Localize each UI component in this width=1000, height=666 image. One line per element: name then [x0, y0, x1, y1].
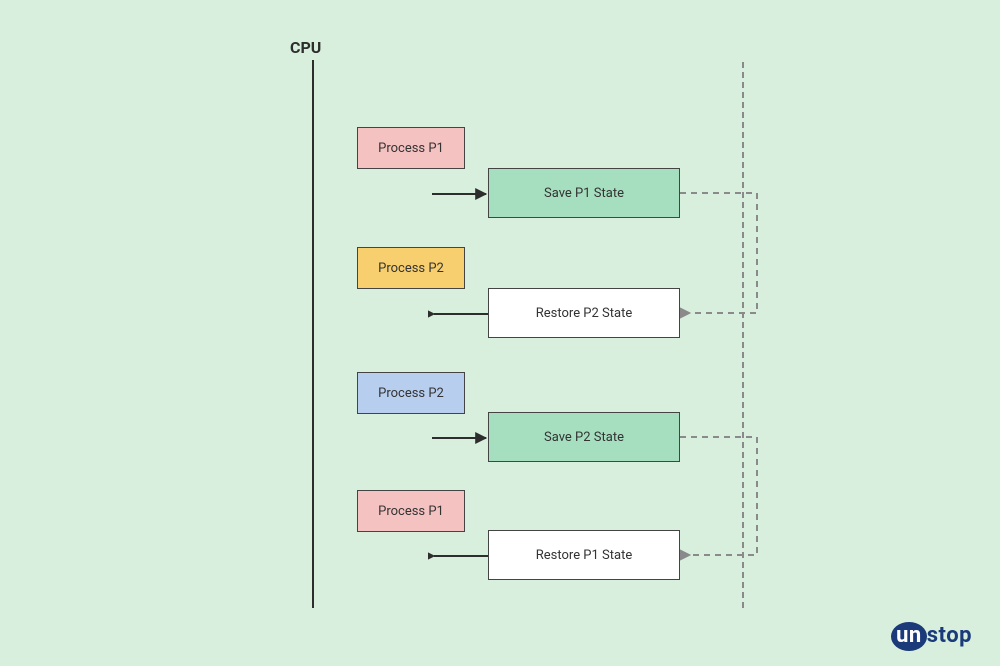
process-p2-blue-label: Process P2 — [378, 386, 444, 401]
process-p1-box: Process P1 — [357, 127, 465, 169]
dashed-save-p1-to-restore-p2 — [680, 190, 770, 320]
process-p2-blue-box: Process P2 — [357, 372, 465, 414]
logo-prefix: un — [891, 622, 927, 651]
diagram-canvas: CPU Process P1 Save P1 State Process P — [0, 0, 1000, 666]
arrow-into-save-p2 — [428, 430, 492, 446]
cpu-timeline — [312, 60, 314, 608]
restore-p1-state-label: Restore P1 State — [536, 548, 632, 563]
process-p2-yellow-box: Process P2 — [357, 247, 465, 289]
save-p1-state-box: Save P1 State — [488, 168, 680, 218]
process-p2-yellow-label: Process P2 — [378, 261, 444, 276]
arrow-out-of-restore-p1 — [428, 548, 492, 564]
process-p1-label: Process P1 — [378, 141, 444, 156]
restore-p2-state-box: Restore P2 State — [488, 288, 680, 338]
save-p2-state-box: Save P2 State — [488, 412, 680, 462]
arrow-out-of-restore-p2 — [428, 306, 492, 322]
save-p1-state-label: Save P1 State — [544, 186, 624, 201]
process-p1-bottom-label: Process P1 — [378, 504, 444, 519]
arrow-into-save-p1 — [428, 186, 492, 202]
cpu-title: CPU — [290, 38, 321, 57]
restore-p1-state-box: Restore P1 State — [488, 530, 680, 580]
logo-suffix: stop — [927, 623, 972, 648]
process-p1-bottom-box: Process P1 — [357, 490, 465, 532]
unstop-logo: unstop — [891, 623, 972, 648]
save-p2-state-label: Save P2 State — [544, 430, 624, 445]
restore-p2-state-label: Restore P2 State — [536, 306, 632, 321]
dashed-save-p2-to-restore-p1 — [680, 434, 770, 562]
